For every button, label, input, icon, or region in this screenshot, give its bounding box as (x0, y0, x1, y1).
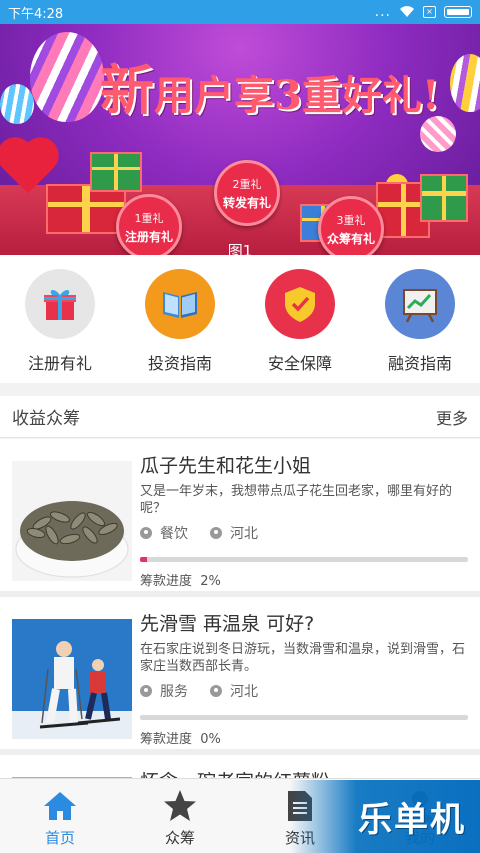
gift-tier-level: 2重礼 (232, 177, 262, 191)
section-header: 收益众筹 更多 (0, 396, 480, 438)
battery-icon (444, 6, 472, 18)
location-pin-icon (140, 527, 152, 539)
status-time: 下午4:28 (8, 6, 64, 22)
project-title: 怀念一碗老家的红薯粉 (140, 769, 468, 778)
project-thumbnail (12, 461, 132, 581)
funding-progress-bar (140, 715, 468, 720)
banner-title-main: 新 (100, 58, 154, 122)
project-title: 先滑雪 再温泉 可好? (140, 613, 315, 635)
funding-progress-label: 筹款进度 (140, 574, 193, 589)
section-title: 收益众筹 (12, 409, 80, 429)
tab-home[interactable]: 首页 (0, 779, 120, 853)
funding-progress-bar (140, 557, 468, 562)
project-location: 河北 (210, 523, 258, 543)
location-pin-icon (140, 685, 152, 697)
banner-title: 新用户享3重好礼! (100, 46, 439, 125)
gift-box-icon (420, 174, 468, 222)
project-body: 瓜子先生和花生小姐 又是一年岁末，我想带点瓜子花生回老家，哪里有好的呢？ 餐饮 … (140, 453, 468, 589)
banner-title-part: 重好礼! (301, 72, 440, 119)
project-location: 河北 (210, 681, 258, 701)
funding-progress-text: 筹款进度 2% (140, 570, 468, 589)
status-bar: 下午4:28 ... × (0, 0, 480, 24)
funding-progress-value: 2% (200, 574, 221, 589)
project-category: 服务 (140, 681, 188, 701)
watermark-logo: 乐单机 (290, 780, 480, 853)
balloon-icon (450, 54, 480, 112)
project-card[interactable]: 先滑雪 再温泉 可好? 在石家庄说到冬日游玩，当数滑雪和温泉，说到滑雪，石家庄当… (0, 597, 480, 755)
project-body: 怀念一碗老家的红薯粉 (140, 769, 468, 778)
book-icon (145, 269, 215, 339)
quick-nav-security[interactable]: 安全保障 (240, 255, 360, 383)
promo-banner[interactable]: 新用户享3重好礼! 1重礼 注册有礼 2重礼 转发有礼 3重礼 众筹有礼 图1 (0, 24, 480, 255)
location-pin-icon (210, 527, 222, 539)
quick-nav-finance-guide[interactable]: 融资指南 (360, 255, 480, 383)
gift-tier-level: 3重礼 (336, 213, 366, 227)
quick-nav-label: 安全保障 (267, 354, 332, 373)
shield-icon (265, 269, 335, 339)
tab-label: 首页 (44, 829, 75, 847)
balloon-icon (30, 32, 104, 122)
funding-progress-value: 0% (200, 732, 221, 747)
balloon-icon (0, 84, 34, 124)
banner-caption: 图1 (227, 242, 253, 255)
project-location-label: 河北 (230, 526, 258, 542)
chart-board-icon (385, 269, 455, 339)
quick-nav: 注册有礼 投资指南 安全保障 融资指南 (0, 255, 480, 383)
funding-progress-fill (140, 557, 147, 562)
project-card[interactable]: 怀念一碗老家的红薯粉 (0, 755, 480, 778)
project-location-label: 河北 (230, 684, 258, 700)
gift-box-icon (90, 152, 142, 192)
project-category-label: 服务 (160, 684, 188, 700)
project-description: 又是一年岁末，我想带点瓜子花生回老家，哪里有好的呢？ (140, 484, 453, 516)
location-pin-icon (210, 685, 222, 697)
quick-nav-invest-guide[interactable]: 投资指南 (120, 255, 240, 383)
project-card[interactable]: 瓜子先生和花生小姐 又是一年岁末，我想带点瓜子花生回老家，哪里有好的呢？ 餐饮 … (0, 439, 480, 597)
more-link[interactable]: 更多 (436, 405, 468, 429)
more-dots-icon: ... (374, 4, 391, 20)
quick-nav-label: 融资指南 (387, 354, 452, 373)
tab-crowdfunding[interactable]: 众筹 (120, 779, 240, 853)
project-thumbnail (12, 619, 132, 739)
quick-nav-label: 投资指南 (147, 354, 212, 373)
sim-icon: × (423, 6, 436, 18)
banner-title-part: 用户享 (154, 72, 274, 119)
funding-progress-label: 筹款进度 (140, 732, 193, 747)
gift-tier-level: 1重礼 (134, 211, 164, 225)
funding-progress-text: 筹款进度 0% (140, 728, 468, 747)
project-category-label: 餐饮 (160, 526, 188, 542)
project-tags: 餐饮 河北 (140, 523, 468, 543)
project-body: 先滑雪 再温泉 可好? 在石家庄说到冬日游玩，当数滑雪和温泉，说到滑雪，石家庄当… (140, 611, 468, 747)
tab-label: 众筹 (164, 829, 195, 847)
star-icon (162, 789, 198, 823)
project-category: 餐饮 (140, 523, 188, 543)
status-icons: ... × (375, 4, 472, 20)
project-list[interactable]: 瓜子先生和花生小姐 又是一年岁末，我想带点瓜子花生回老家，哪里有好的呢？ 餐饮 … (0, 439, 480, 778)
project-title: 瓜子先生和花生小姐 (140, 455, 312, 477)
quick-nav-label: 注册有礼 (27, 354, 92, 373)
wifi-icon (399, 6, 415, 18)
gift-tier-2: 2重礼 转发有礼 (214, 160, 280, 226)
gift-tier-title: 转发有礼 (222, 195, 271, 210)
project-tags: 服务 河北 (140, 681, 468, 701)
banner-title-number: 3 (274, 72, 302, 119)
gift-icon (25, 269, 95, 339)
home-icon (42, 789, 78, 823)
project-description: 在石家庄说到冬日游玩，当数滑雪和温泉，说到滑雪，石家庄当数西部长青。 (140, 642, 466, 674)
quick-nav-register-gift[interactable]: 注册有礼 (0, 255, 120, 383)
watermark-text: 乐单机 (358, 800, 466, 840)
